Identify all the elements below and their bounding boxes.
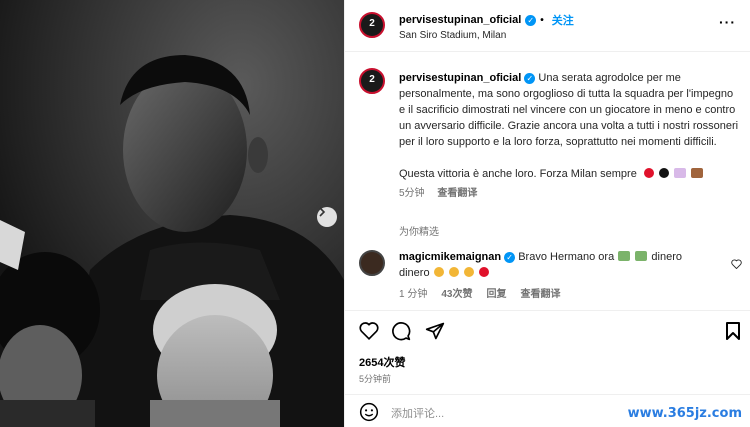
money-icon [635, 251, 648, 261]
comment-meta: 1 分钟 43次赞 回复 查看翻译 [399, 285, 560, 300]
post-image-graphic [0, 0, 344, 427]
site-watermark: www.365jz.com [625, 406, 744, 421]
praying-hands-icon [674, 168, 687, 178]
red-heart-icon [478, 267, 489, 277]
comment-text-2: dinero [651, 251, 682, 263]
avatar-jersey-number: 2 [369, 74, 375, 85]
separator-dot: • [540, 14, 544, 26]
caption-username[interactable]: pervisestupinan_oficial [399, 72, 521, 84]
verified-badge-icon: ✓ [525, 14, 537, 26]
chevron-right-icon [319, 207, 326, 217]
comment-text-3: dinero [399, 267, 430, 279]
caption-time: 5分钟 [399, 188, 425, 199]
post-header: 2 pervisestupinan_oficial ✓ • 关注 San Sir… [345, 0, 750, 52]
comment-time: 1 分钟 [399, 289, 428, 300]
caption-meta: 5分钟 查看翻译 [399, 186, 739, 202]
author-username[interactable]: pervisestupinan_oficial [399, 14, 521, 26]
next-photo-button[interactable] [317, 207, 337, 227]
post-side-panel: 2 pervisestupinan_oficial ✓ • 关注 San Sir… [344, 0, 750, 427]
comment-likes[interactable]: 43次赞 [441, 285, 472, 300]
post-location[interactable]: San Siro Stadium, Milan [399, 30, 506, 41]
post-photo [0, 0, 344, 427]
commenter-avatar[interactable] [359, 250, 385, 276]
caption-translate-link[interactable]: 查看翻译 [437, 188, 477, 199]
comment-bubble-icon[interactable] [391, 321, 411, 346]
avatar-jersey-number: 2 [369, 18, 375, 29]
action-bar [345, 310, 750, 350]
money-icon [618, 251, 631, 261]
more-options-icon[interactable]: ··· [719, 14, 736, 30]
share-paper-plane-icon[interactable] [425, 321, 445, 346]
comment-like-icon[interactable] [731, 256, 742, 274]
caption-block: pervisestupinan_oficial ✓ Una serata agr… [399, 70, 739, 202]
comment-block: magicmikemaignan ✓ Bravo Hermano ora din… [399, 249, 724, 281]
likes-count[interactable]: 2654次赞 [359, 354, 405, 370]
verified-badge-icon: ✓ [504, 252, 516, 263]
add-comment-input[interactable]: 添加评论... [391, 405, 444, 421]
laughing-face-icon [448, 267, 459, 277]
emoji-picker-icon[interactable] [359, 402, 379, 427]
flexed-biceps-icon [691, 168, 704, 178]
black-circle-icon [658, 168, 669, 178]
verified-badge-icon: ✓ [524, 73, 536, 84]
comment-username[interactable]: magicmikemaignan [399, 251, 501, 263]
caption-avatar[interactable]: 2 [359, 68, 385, 94]
reply-button[interactable]: 回复 [486, 285, 506, 300]
post-time: 5分钟前 [359, 374, 392, 384]
red-circle-icon [643, 168, 654, 178]
comment-text-1: Bravo Hermano ora [518, 251, 615, 263]
save-bookmark-icon[interactable] [725, 321, 741, 346]
author-avatar[interactable]: 2 [359, 12, 385, 38]
caption-text-2: Questa vittoria è anche loro. Forza Mila… [399, 168, 637, 180]
header-user-row: pervisestupinan_oficial ✓ • 关注 [399, 12, 574, 28]
follow-button[interactable]: 关注 [552, 12, 574, 28]
laughing-face-icon [433, 267, 444, 277]
selected-for-you-label: 为你精选 [399, 227, 439, 238]
laughing-face-icon [463, 267, 474, 277]
comment-translate-link[interactable]: 查看翻译 [520, 285, 560, 300]
like-heart-icon[interactable] [359, 321, 379, 345]
